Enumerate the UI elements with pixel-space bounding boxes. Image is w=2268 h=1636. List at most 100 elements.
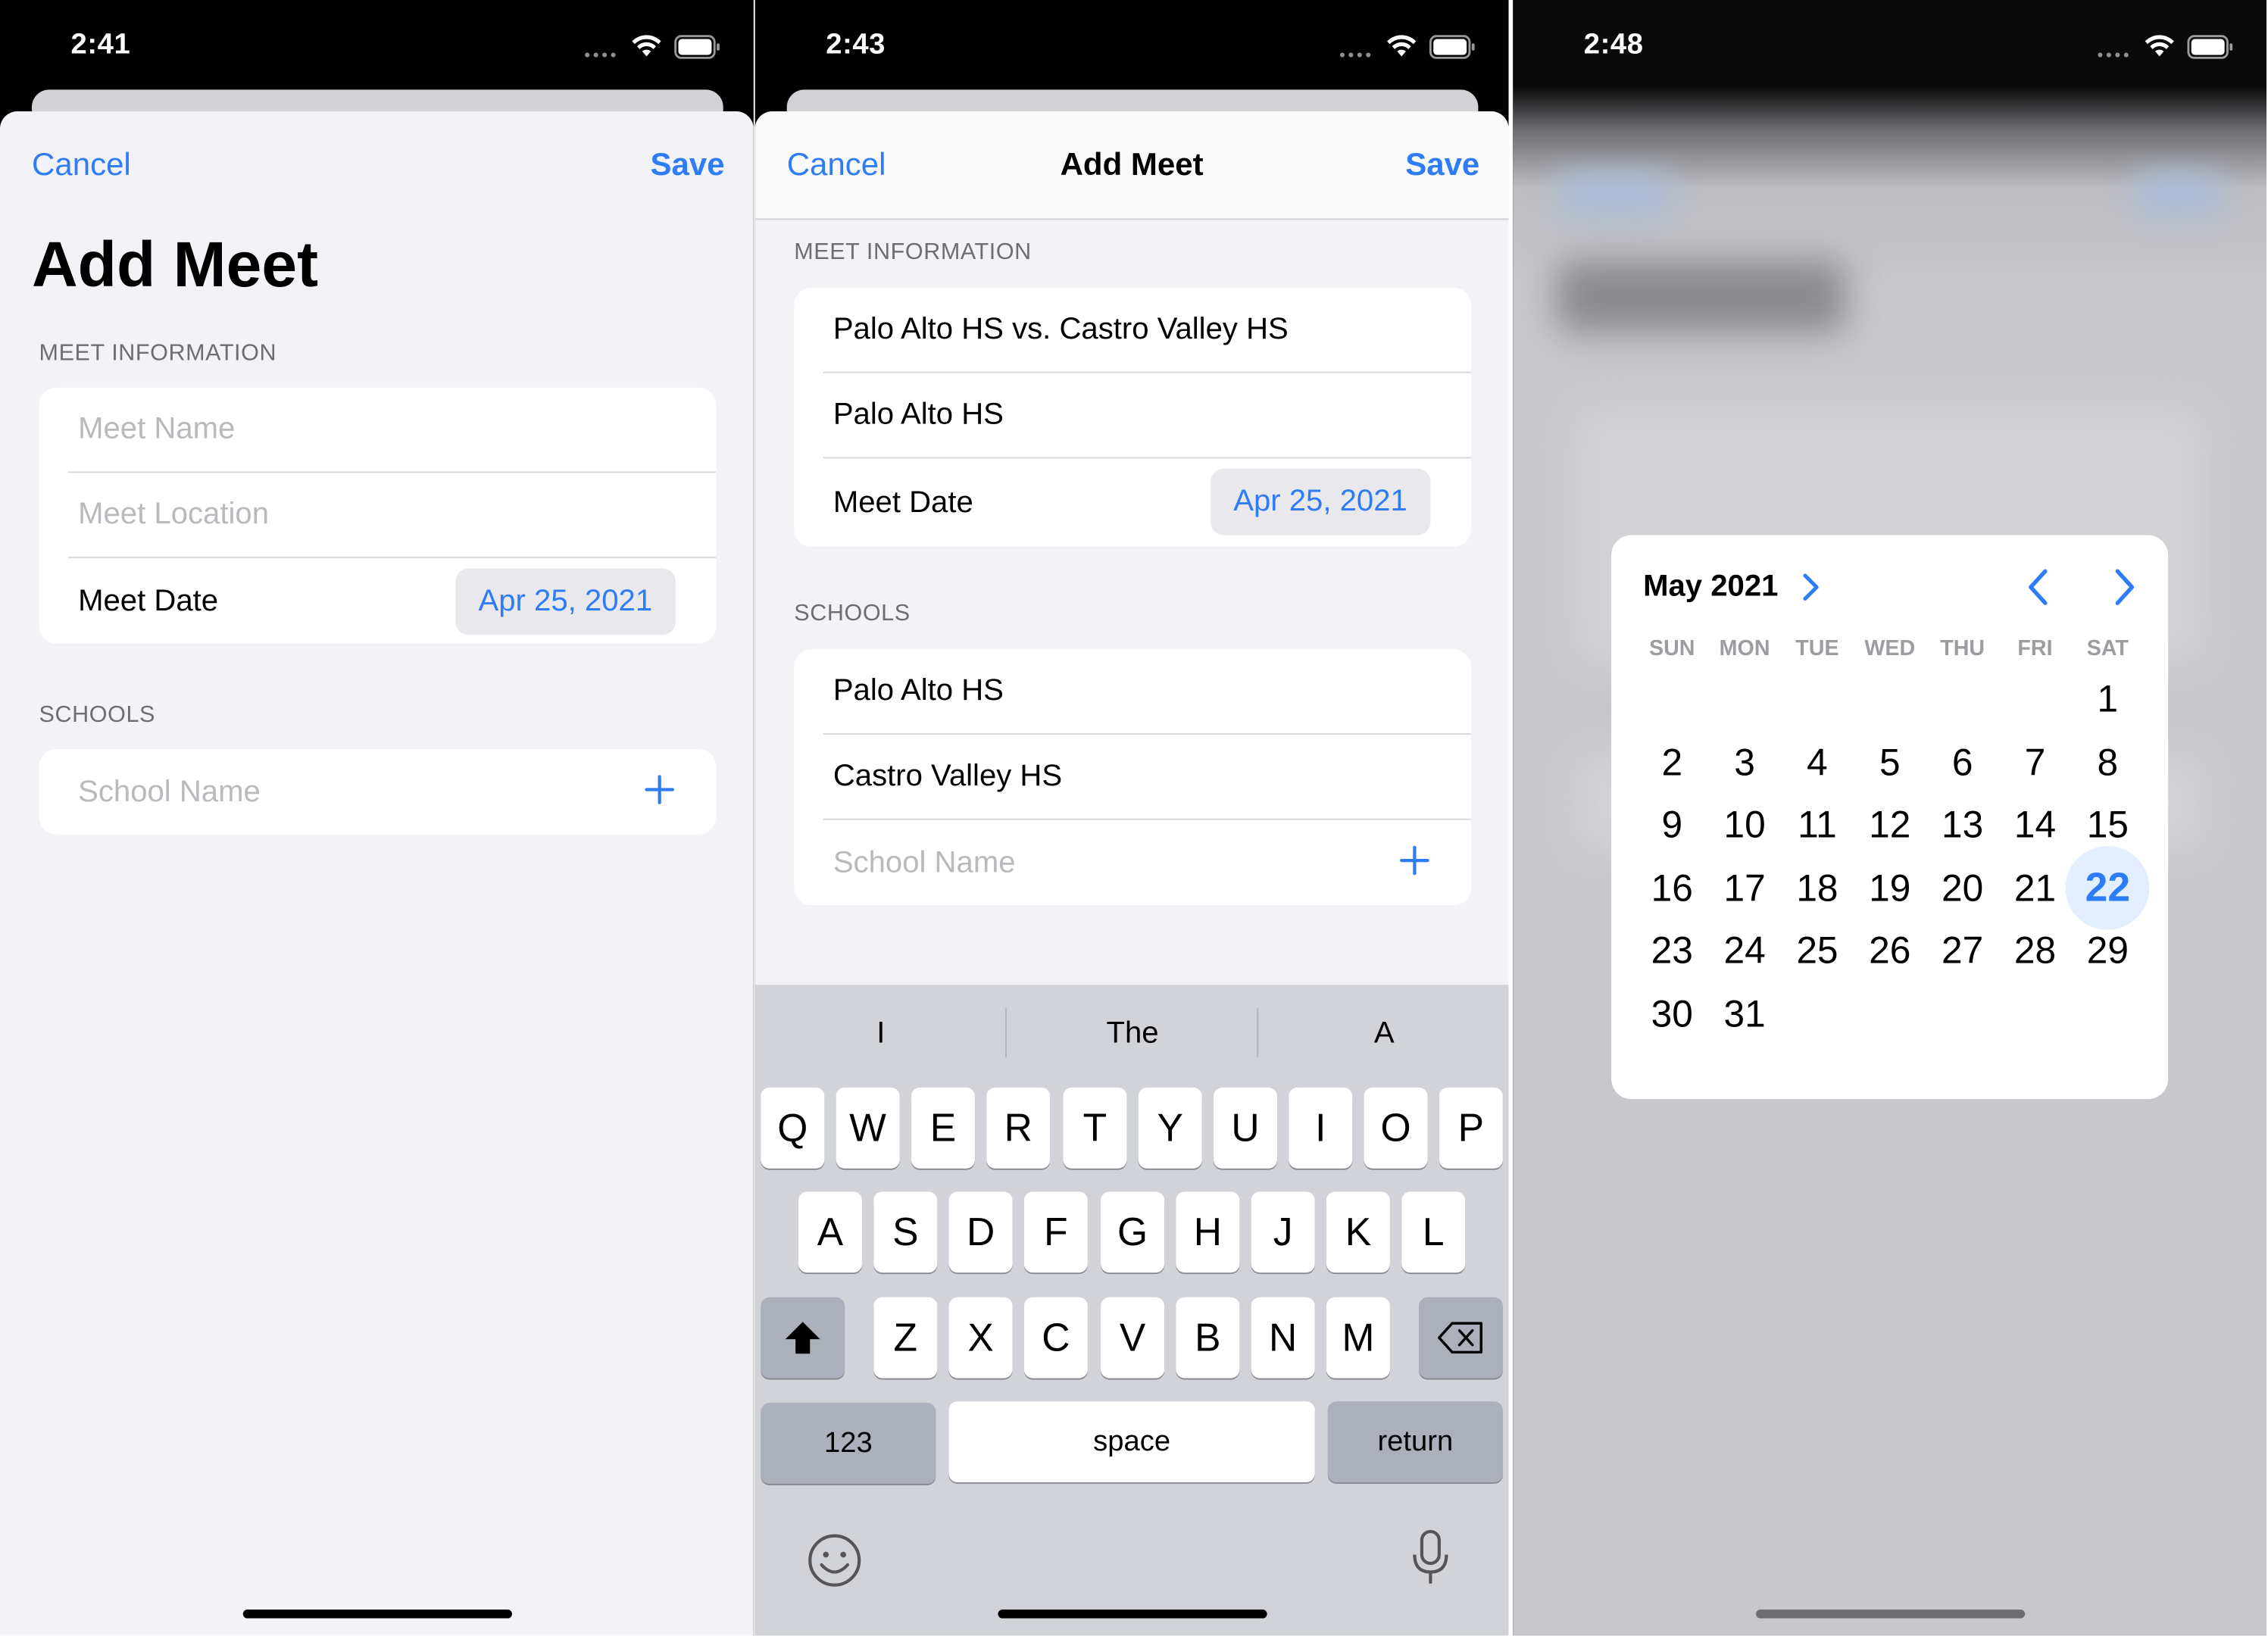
meet-name-placeholder: Meet Name [78, 412, 236, 446]
shift-key[interactable] [761, 1297, 845, 1378]
calendar-day[interactable]: 26 [1854, 921, 1926, 979]
meet-location-field[interactable]: Meet Location [67, 473, 717, 559]
cancel-button[interactable]: Cancel [787, 146, 886, 184]
calendar-day[interactable]: 15 [2072, 795, 2144, 853]
key[interactable]: A [798, 1191, 863, 1273]
key[interactable]: P [1439, 1087, 1503, 1169]
weekday-label: SUN [1649, 636, 1695, 661]
calendar-day[interactable]: 9 [1636, 795, 1708, 853]
suggestion-item[interactable]: A [1258, 1016, 1508, 1051]
calendar-day[interactable]: 12 [1854, 795, 1926, 853]
calendar-day[interactable]: 24 [1708, 921, 1780, 979]
meet-location-placeholder: Meet Location [78, 497, 269, 531]
key[interactable]: G [1101, 1191, 1165, 1273]
key[interactable]: C [1023, 1297, 1088, 1378]
key[interactable]: T [1063, 1087, 1127, 1169]
calendar-day[interactable]: 10 [1708, 795, 1780, 853]
meet-date-picker-button[interactable]: Apr 25, 2021 [1210, 468, 1431, 535]
calendar-day[interactable]: 25 [1781, 921, 1853, 979]
space-key[interactable]: space [948, 1401, 1315, 1483]
weekday-label: WED [1864, 636, 1916, 661]
key[interactable]: R [986, 1087, 1051, 1169]
cancel-button[interactable]: Cancel [32, 146, 131, 184]
key[interactable]: M [1326, 1297, 1390, 1378]
meet-location-field[interactable]: Palo Alto HS [823, 373, 1471, 459]
screenshot-stage: 2:41 Cancel Save Add Meet MEET INFORMATI… [0, 0, 2268, 1636]
previous-month-chevron-icon[interactable] [2025, 567, 2051, 607]
blurred-cancel [1556, 173, 1673, 217]
shift-icon [785, 1322, 820, 1354]
calendar-day[interactable]: 16 [1636, 858, 1708, 916]
return-key[interactable]: return [1327, 1401, 1503, 1483]
numbers-key[interactable]: 123 [761, 1403, 936, 1485]
delete-key[interactable] [1419, 1297, 1503, 1378]
add-school-plus-icon[interactable] [644, 774, 676, 806]
calendar-day[interactable]: 20 [1926, 858, 1998, 916]
key[interactable]: V [1101, 1297, 1165, 1378]
meet-name-field[interactable]: Meet Name [67, 388, 717, 473]
month-year-label[interactable]: May 2021 [1643, 570, 1778, 604]
calendar-day[interactable]: 14 [1999, 795, 2071, 853]
calendar-day[interactable]: 1 [2072, 670, 2144, 727]
calendar-day[interactable]: 7 [1999, 732, 2071, 790]
key[interactable]: B [1176, 1297, 1240, 1378]
calendar-day[interactable]: 11 [1781, 795, 1853, 853]
key[interactable]: J [1251, 1191, 1315, 1273]
key[interactable]: W [836, 1087, 900, 1169]
next-month-chevron-icon[interactable] [2112, 567, 2138, 607]
calendar-day[interactable]: 30 [1636, 984, 1708, 1041]
calendar-day[interactable]: 21 [1999, 858, 2071, 916]
key[interactable]: F [1023, 1191, 1088, 1273]
suggestion-item[interactable]: The [1007, 1016, 1258, 1051]
key[interactable]: Q [761, 1087, 825, 1169]
key[interactable]: I [1289, 1087, 1353, 1169]
key[interactable]: X [948, 1297, 1013, 1378]
calendar-day[interactable]: 6 [1926, 732, 1998, 790]
microphone-icon[interactable] [1409, 1528, 1452, 1586]
save-button[interactable]: Save [1405, 146, 1479, 184]
battery-icon [674, 35, 720, 59]
key[interactable]: Y [1138, 1087, 1202, 1169]
calendar-day[interactable]: 18 [1781, 858, 1853, 916]
school-list-item[interactable]: Palo Alto HS [823, 649, 1471, 735]
schools-group: School Name [39, 749, 717, 835]
battery-icon [1429, 35, 1475, 59]
calendar-day[interactable]: 29 [2072, 921, 2144, 979]
calendar-day[interactable]: 2 [1636, 732, 1708, 790]
suggestion-item[interactable]: I [755, 1016, 1007, 1051]
calendar-day[interactable]: 23 [1636, 921, 1708, 979]
school-name-field[interactable]: School Name [39, 749, 717, 835]
key[interactable]: U [1213, 1087, 1278, 1169]
meet-date-picker-button[interactable]: Apr 25, 2021 [455, 568, 676, 635]
key[interactable]: H [1176, 1191, 1240, 1273]
key[interactable]: Z [873, 1297, 938, 1378]
key[interactable]: L [1401, 1191, 1466, 1273]
key[interactable]: D [948, 1191, 1013, 1273]
key[interactable]: O [1364, 1087, 1428, 1169]
calendar-day[interactable]: 13 [1926, 795, 1998, 853]
calendar-day[interactable]: 31 [1708, 984, 1780, 1041]
calendar-day[interactable]: 4 [1781, 732, 1853, 790]
backspace-icon [1438, 1322, 1482, 1354]
key[interactable]: N [1251, 1297, 1315, 1378]
school-name-field[interactable]: School Name [794, 820, 1471, 906]
calendar-day-selected[interactable]: 22 [2072, 858, 2144, 916]
calendar-day[interactable]: 17 [1708, 858, 1780, 916]
calendar-day[interactable]: 19 [1854, 858, 1926, 916]
calendar-day[interactable]: 5 [1854, 732, 1926, 790]
calendar-day[interactable]: 28 [1999, 921, 2071, 979]
add-school-plus-icon[interactable] [1398, 845, 1430, 876]
school-list-item[interactable]: Castro Valley HS [823, 735, 1471, 820]
save-button[interactable]: Save [650, 146, 724, 184]
battery-icon [2187, 35, 2233, 59]
month-picker-chevron-right-icon[interactable] [1801, 571, 1821, 603]
key[interactable]: E [911, 1087, 975, 1169]
calendar-day[interactable]: 27 [1926, 921, 1998, 979]
key[interactable]: K [1326, 1191, 1390, 1273]
key[interactable]: S [873, 1191, 938, 1273]
school-name: Castro Valley HS [833, 759, 1063, 793]
calendar-day[interactable]: 8 [2072, 732, 2144, 790]
emoji-icon[interactable] [806, 1531, 864, 1589]
calendar-day[interactable]: 3 [1708, 732, 1780, 790]
meet-name-field[interactable]: Palo Alto HS vs. Castro Valley HS [823, 288, 1471, 373]
